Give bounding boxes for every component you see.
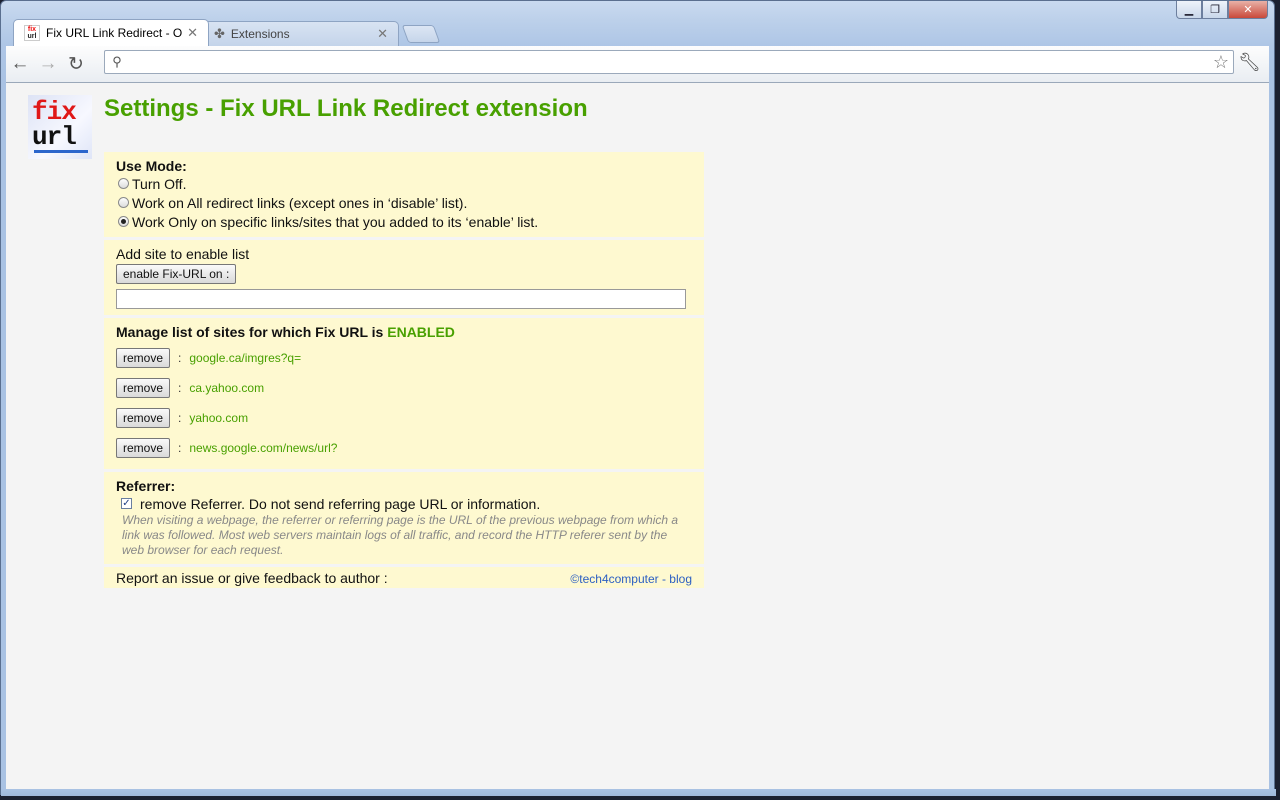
remove-site-button[interactable]: remove: [116, 348, 171, 368]
manage-heading: Manage list of sites for which Fix URL i…: [116, 324, 388, 340]
manage-sites-section: Manage list of sites for which Fix URL i…: [104, 318, 704, 469]
tab-close-icon[interactable]: ✕: [187, 25, 198, 41]
site-url-input[interactable]: [116, 289, 686, 309]
minimize-button[interactable]: ▁: [1176, 1, 1202, 19]
tab-title: Fix URL Link Redirect - Opt: [46, 26, 184, 40]
fix-url-logo: fix url: [28, 95, 92, 159]
site-list-item: remove : google.ca/imgres?q=: [116, 343, 692, 373]
add-site-section: Add site to enable list enable Fix-URL o…: [104, 240, 704, 315]
remove-site-button[interactable]: remove: [116, 408, 171, 428]
remove-site-button[interactable]: remove: [116, 378, 171, 398]
address-input[interactable]: [129, 51, 1209, 73]
site-url: yahoo.com: [189, 411, 249, 425]
site-list-item: remove : news.google.com/news/url?: [116, 433, 692, 463]
referrer-description: When visiting a webpage, the referrer or…: [122, 513, 679, 557]
feedback-section: Report an issue or give feedback to auth…: [104, 567, 704, 588]
window-bottom-border: [1, 789, 1276, 796]
maximize-button[interactable]: ❐: [1202, 1, 1228, 19]
page-title: Settings - Fix URL Link Redirect extensi…: [104, 95, 588, 122]
radio-turn-off[interactable]: [118, 178, 129, 189]
add-site-label: Add site to enable list: [116, 246, 250, 262]
settings-panel: Use Mode: Turn Off. Work on All redirect…: [104, 152, 704, 591]
use-mode-section: Use Mode: Turn Off. Work on All redirect…: [104, 152, 704, 237]
new-tab-button[interactable]: [401, 25, 441, 43]
site-url: google.ca/imgres?q=: [189, 351, 302, 365]
tab-fix-url-options[interactable]: fix url Fix URL Link Redirect - Opt ✕: [13, 19, 209, 46]
site-list-item: remove : yahoo.com: [116, 403, 692, 433]
referrer-section: Referrer: ✓ remove Referrer. Do not send…: [104, 472, 704, 564]
wrench-menu-icon[interactable]: 🔧︎: [1238, 52, 1261, 73]
enable-fix-url-button[interactable]: enable Fix-URL on :: [116, 264, 237, 284]
use-mode-heading: Use Mode:: [116, 158, 187, 174]
remove-site-button[interactable]: remove: [116, 438, 171, 458]
browser-window: ▁ ❐ ✕ fix url Fix URL Link Redirect - Opt…: [0, 0, 1276, 796]
close-window-button[interactable]: ✕: [1228, 1, 1268, 19]
report-issue-text: Report an issue or give feedback to auth…: [116, 570, 388, 586]
mode-option-turn-off[interactable]: Turn Off.: [116, 174, 692, 193]
forward-arrow-icon[interactable]: →: [34, 50, 62, 78]
puzzle-icon: ✤: [214, 26, 225, 41]
site-url: news.google.com/news/url?: [189, 441, 338, 455]
window-controls: ▁ ❐ ✕: [1176, 1, 1268, 19]
referrer-option[interactable]: ✓ remove Referrer. Do not send referring…: [116, 494, 692, 513]
status-badge: ENABLED: [387, 324, 455, 340]
back-arrow-icon[interactable]: ←: [6, 50, 34, 78]
search-icon: ⚲: [112, 54, 122, 69]
site-url: ca.yahoo.com: [189, 381, 265, 395]
author-blog-link[interactable]: ©tech4computer - blog: [570, 572, 692, 586]
tab-strip: fix url Fix URL Link Redirect - Opt ✕ ✤ E…: [13, 19, 441, 46]
browser-toolbar: ← → ↻ ⚲ ☆ 🔧︎: [6, 46, 1269, 83]
remove-referrer-checkbox[interactable]: ✓: [121, 498, 132, 509]
mode-option-work-only-specific[interactable]: Work Only on specific links/sites that y…: [116, 212, 692, 231]
mode-option-work-on-all[interactable]: Work on All redirect links (except ones …: [116, 193, 692, 212]
tab-close-icon[interactable]: ✕: [377, 26, 388, 42]
tab-extensions[interactable]: ✤ Extensions ✕: [203, 21, 399, 46]
radio-work-on-all[interactable]: [118, 197, 129, 208]
radio-work-only-specific[interactable]: [118, 216, 129, 227]
site-list-item: remove : ca.yahoo.com: [116, 373, 692, 403]
reload-icon[interactable]: ↻: [62, 50, 90, 78]
bookmark-star-icon[interactable]: ☆: [1209, 52, 1233, 73]
page-content: fix url Settings - Fix URL Link Redirect…: [6, 83, 1269, 789]
address-bar[interactable]: ⚲ ☆: [104, 50, 1234, 74]
referrer-heading: Referrer:: [116, 478, 176, 494]
fix-url-favicon-icon: fix url: [24, 25, 40, 41]
tab-title: Extensions: [230, 27, 290, 41]
